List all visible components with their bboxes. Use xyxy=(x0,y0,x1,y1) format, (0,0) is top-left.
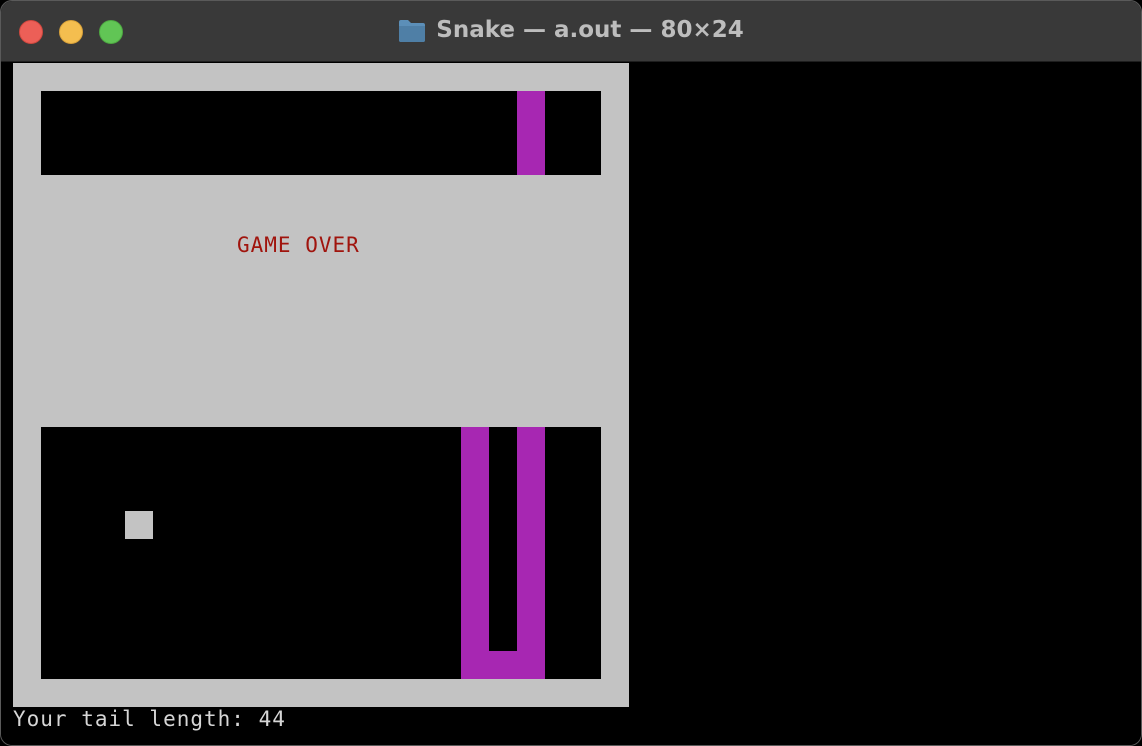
tail-length-status: Your tail length: 44 xyxy=(13,707,286,731)
window-title-area: Snake — a.out — 80×24 xyxy=(1,15,1141,45)
title-bar[interactable]: Snake — a.out — 80×24 xyxy=(1,1,1141,62)
game-over-message: GAME OVER xyxy=(237,233,360,257)
snake-body-left-column xyxy=(461,427,489,679)
snake-body-right-column xyxy=(517,427,545,679)
terminal-area[interactable]: GAME OVER Your tail length: 44 xyxy=(1,62,1141,745)
folder-icon xyxy=(399,20,426,42)
snake-body-top xyxy=(517,91,545,175)
window-title: Snake — a.out — 80×24 xyxy=(436,17,744,43)
terminal-window: Snake — a.out — 80×24 GAME OVER Your tai… xyxy=(0,0,1142,746)
snake-body-bottom-turn xyxy=(461,651,545,679)
game-board: GAME OVER xyxy=(13,63,629,707)
food-pellet xyxy=(125,511,153,539)
